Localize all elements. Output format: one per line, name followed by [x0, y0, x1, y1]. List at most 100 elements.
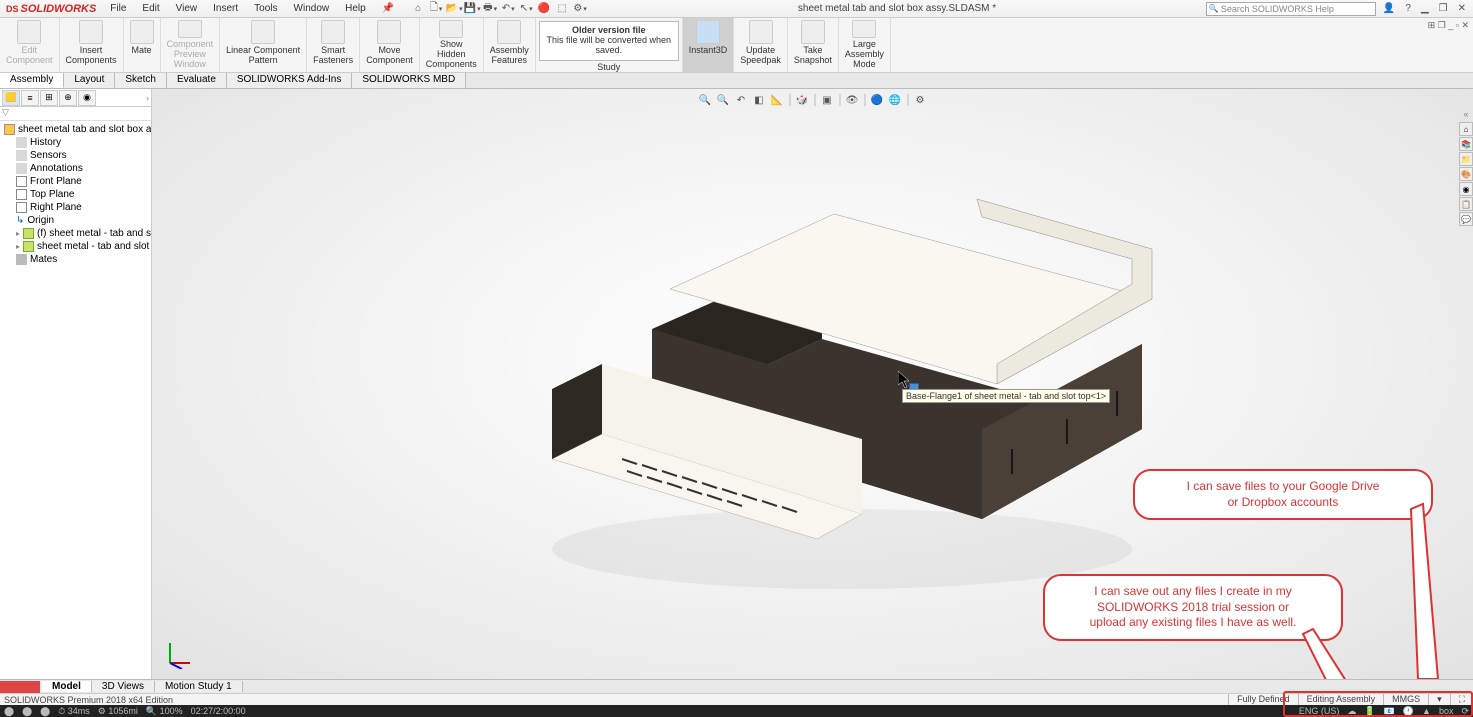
- tab-evaluate[interactable]: Evaluate: [167, 73, 227, 88]
- instant3d-button[interactable]: Instant3D: [683, 18, 735, 72]
- close-button[interactable]: ✕: [1455, 3, 1469, 14]
- menu-pin-icon[interactable]: 📌: [374, 1, 402, 16]
- configuration-manager-tab[interactable]: ⊞: [40, 90, 58, 106]
- save-icon[interactable]: 💾: [464, 1, 480, 17]
- tab-sketch[interactable]: Sketch: [115, 73, 167, 88]
- print-icon[interactable]: 🖶: [482, 1, 498, 17]
- tree-item-front-plane[interactable]: Front Plane: [2, 175, 149, 188]
- tab-assembly[interactable]: Assembly: [0, 73, 64, 88]
- tree-root[interactable]: sheet metal tab and slot box assy: [2, 123, 149, 136]
- tree-item-mates[interactable]: Mates: [2, 253, 149, 266]
- view-settings-icon[interactable]: ⚙: [912, 92, 928, 108]
- expand-icon[interactable]: ▸: [16, 229, 20, 238]
- status-units[interactable]: MMGS: [1383, 694, 1428, 705]
- section-view-icon[interactable]: ◧: [751, 92, 767, 108]
- home-icon[interactable]: ⌂: [410, 1, 426, 17]
- dimxpert-tab[interactable]: ⊕: [59, 90, 77, 106]
- menu-tools[interactable]: Tools: [246, 1, 285, 16]
- view-orientation-icon[interactable]: 🎲: [794, 92, 810, 108]
- insert-components-button[interactable]: Insert Components: [60, 18, 124, 72]
- menu-help[interactable]: Help: [337, 1, 374, 16]
- tab-addins[interactable]: SOLIDWORKS Add-Ins: [227, 73, 352, 88]
- display-style-icon[interactable]: ▣: [819, 92, 835, 108]
- tab-motion-study[interactable]: Motion Study 1: [155, 681, 243, 692]
- rebuild-icon[interactable]: 🔴: [536, 1, 552, 17]
- taskpane-appearances-icon[interactable]: ◉: [1459, 182, 1473, 196]
- taskpane-view-palette-icon[interactable]: 🎨: [1459, 167, 1473, 181]
- expand-icon[interactable]: ▸: [16, 242, 20, 251]
- menu-edit[interactable]: Edit: [134, 1, 167, 16]
- taskpane-design-library-icon[interactable]: 📚: [1459, 137, 1473, 151]
- select-icon[interactable]: ↖: [518, 1, 534, 17]
- help-icon[interactable]: ?: [1402, 3, 1414, 14]
- taskpane-custom-props-icon[interactable]: 📋: [1459, 197, 1473, 211]
- taskpane-expand-icon[interactable]: «: [1459, 107, 1473, 121]
- status-maximize-icon[interactable]: ⛶: [1450, 694, 1473, 705]
- ribbon-label: Insert Components: [66, 46, 117, 66]
- smart-fasteners-button[interactable]: Smart Fasteners: [307, 18, 360, 72]
- taskpane-forum-icon[interactable]: 💬: [1459, 212, 1473, 226]
- show-hidden-button[interactable]: Show Hidden Components: [420, 18, 484, 72]
- tray-mail-icon[interactable]: 📧: [1384, 706, 1395, 717]
- hide-show-icon[interactable]: 👁: [844, 92, 860, 108]
- linear-pattern-button[interactable]: Linear Component Pattern: [220, 18, 307, 72]
- tab-layout[interactable]: Layout: [64, 73, 115, 88]
- menu-insert[interactable]: Insert: [205, 1, 246, 16]
- tree-item-annotations[interactable]: Annotations: [2, 162, 149, 175]
- edit-appearance-icon[interactable]: 🔵: [869, 92, 885, 108]
- login-icon[interactable]: 👤: [1380, 3, 1398, 14]
- tray-clock-icon[interactable]: 🕐: [1403, 706, 1414, 717]
- tree-item-origin[interactable]: ↳Origin: [2, 214, 149, 227]
- ribbon-collapse[interactable]: ⊞ ❐ _ ▫ ✕: [1424, 18, 1473, 72]
- update-speedpak-button[interactable]: Update Speedpak: [734, 18, 788, 72]
- new-icon[interactable]: 🗋: [428, 1, 444, 17]
- tree-item-history[interactable]: History: [2, 136, 149, 149]
- status-dropdown[interactable]: ▾: [1428, 694, 1450, 705]
- show-hidden-icon: [439, 20, 463, 38]
- graphics-viewport[interactable]: 🔍 🔍 ↶ ◧ 📐 🎲 ▣ 👁 🔵 🌐 ⚙ « ⌂ 📚 📁 🎨 ◉ 📋: [152, 89, 1473, 679]
- zoom-area-icon[interactable]: 🔍: [715, 92, 731, 108]
- view-triad[interactable]: [164, 639, 194, 669]
- feature-manager-tab[interactable]: 🟨: [2, 90, 20, 106]
- tab-model[interactable]: Model: [42, 681, 92, 692]
- previous-view-icon[interactable]: ↶: [733, 92, 749, 108]
- mate-button[interactable]: Mate: [124, 18, 161, 72]
- taskpane-file-explorer-icon[interactable]: 📁: [1459, 152, 1473, 166]
- help-search[interactable]: Search SOLIDWORKS Help: [1206, 2, 1376, 16]
- menu-file[interactable]: File: [102, 1, 134, 16]
- tree-item-part1[interactable]: ▸(f) sheet metal - tab and slot<1> -> (I: [2, 227, 149, 240]
- tree-item-right-plane[interactable]: Right Plane: [2, 201, 149, 214]
- tray-box-icon[interactable]: box: [1439, 706, 1454, 716]
- tree-item-top-plane[interactable]: Top Plane: [2, 188, 149, 201]
- undo-icon[interactable]: ↶: [500, 1, 516, 17]
- menu-window[interactable]: Window: [286, 1, 338, 16]
- tray-language[interactable]: ENG (US): [1299, 706, 1340, 716]
- maximize-button[interactable]: ❐: [1436, 3, 1451, 14]
- taskpane-resources-icon[interactable]: ⌂: [1459, 122, 1473, 136]
- move-component-button[interactable]: Move Component: [360, 18, 420, 72]
- zoom-fit-icon[interactable]: 🔍: [697, 92, 713, 108]
- large-assembly-button[interactable]: Large Assembly Mode: [839, 18, 891, 72]
- minimize-button[interactable]: ▁: [1418, 3, 1432, 14]
- timeline-collapse[interactable]: [0, 681, 40, 693]
- tray-cloud-icon[interactable]: ☁: [1347, 706, 1356, 717]
- tree-filter[interactable]: ▽: [0, 107, 151, 121]
- settings-icon[interactable]: ⚙: [572, 1, 588, 17]
- tab-3d-views[interactable]: 3D Views: [92, 681, 155, 692]
- tray-dropbox-icon[interactable]: ▲: [1422, 706, 1431, 716]
- open-icon[interactable]: 📂: [446, 1, 462, 17]
- tree-item-sensors[interactable]: Sensors: [2, 149, 149, 162]
- tab-mbd[interactable]: SOLIDWORKS MBD: [352, 73, 466, 88]
- panel-expand-icon[interactable]: ›: [146, 93, 149, 103]
- apply-scene-icon[interactable]: 🌐: [887, 92, 903, 108]
- display-manager-tab[interactable]: ◉: [78, 90, 96, 106]
- property-manager-tab[interactable]: ≡: [21, 90, 39, 106]
- tray-refresh-icon[interactable]: ⟳: [1461, 706, 1469, 717]
- options-icon[interactable]: ⬚: [554, 1, 570, 17]
- assembly-features-button[interactable]: Assembly Features: [484, 18, 536, 72]
- take-snapshot-button[interactable]: Take Snapshot: [788, 18, 839, 72]
- tree-item-part2[interactable]: ▸sheet metal - tab and slot top<1> -...: [2, 240, 149, 253]
- dynamic-annotation-icon[interactable]: 📐: [769, 92, 785, 108]
- tray-battery-icon[interactable]: 🔋: [1364, 706, 1375, 717]
- menu-view[interactable]: View: [168, 1, 206, 16]
